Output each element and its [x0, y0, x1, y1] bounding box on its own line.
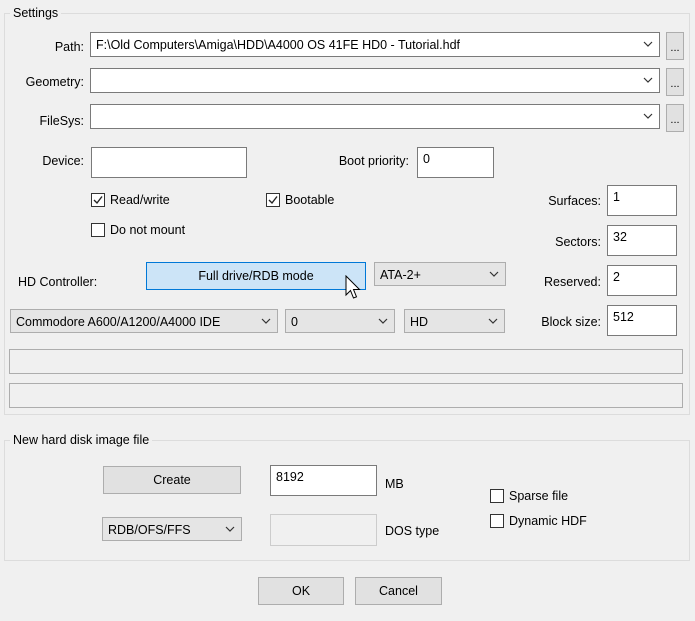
dynamic-hdf-checkbox-box[interactable]: [490, 514, 504, 528]
bootable-label: Bootable: [285, 193, 335, 207]
ata-mode-dropdown[interactable]: ATA-2+: [374, 262, 506, 286]
new-image-group-title: New hard disk image file: [10, 433, 153, 447]
bootable-checkbox[interactable]: Bootable: [266, 192, 356, 208]
device-input[interactable]: [91, 147, 247, 178]
path-combobox[interactable]: F:\Old Computers\Amiga\HDD\A4000 OS 41FE…: [90, 32, 660, 57]
hd-controller-label: HD Controller:: [18, 275, 98, 289]
size-unit-label: MB: [385, 477, 404, 491]
chevron-down-icon: [261, 318, 271, 324]
bootable-checkbox-box[interactable]: [266, 193, 280, 207]
rdb-mode-button[interactable]: Full drive/RDB mode: [146, 262, 366, 290]
sectors-label: Sectors:: [555, 235, 601, 249]
info-bar-2: [9, 383, 683, 408]
do-not-mount-label: Do not mount: [110, 223, 186, 237]
size-input[interactable]: 8192: [270, 465, 377, 496]
filesys-combobox[interactable]: [90, 104, 660, 129]
chevron-down-icon: [643, 41, 653, 47]
controller-unit-dropdown[interactable]: 0: [285, 309, 395, 333]
chevron-down-icon: [378, 318, 388, 324]
chevron-down-icon: [489, 271, 499, 277]
dostype-input: [270, 514, 377, 546]
controller-type-dropdown[interactable]: Commodore A600/A1200/A4000 IDE: [10, 309, 278, 333]
chevron-down-icon: [643, 113, 653, 119]
controller-media-value: HD: [410, 315, 429, 329]
read-write-label: Read/write: [110, 193, 170, 207]
reserved-label: Reserved:: [544, 275, 601, 289]
sparse-file-checkbox-box[interactable]: [490, 489, 504, 503]
create-button[interactable]: Create: [103, 466, 241, 494]
chevron-down-icon: [225, 526, 235, 532]
read-write-checkbox-box[interactable]: [91, 193, 105, 207]
mouse-cursor-icon: [345, 275, 361, 299]
geometry-browse-button[interactable]: ...: [666, 68, 684, 96]
dostype-dropdown[interactable]: RDB/OFS/FFS: [102, 517, 242, 541]
geometry-label: Geometry:: [25, 75, 84, 89]
cancel-button[interactable]: Cancel: [355, 577, 442, 605]
path-value: F:\Old Computers\Amiga\HDD\A4000 OS 41FE…: [96, 38, 461, 52]
dynamic-hdf-label: Dynamic HDF: [509, 514, 587, 528]
checkmark-icon: [93, 196, 103, 205]
controller-media-dropdown[interactable]: HD: [404, 309, 505, 333]
device-label: Device:: [42, 154, 84, 168]
chevron-down-icon: [488, 318, 498, 324]
controller-unit-value: 0: [291, 315, 298, 329]
surfaces-label: Surfaces:: [548, 194, 601, 208]
sparse-file-label: Sparse file: [509, 489, 569, 503]
path-label: Path:: [54, 40, 84, 54]
surfaces-input[interactable]: 1: [607, 185, 677, 216]
filesys-label: FileSys:: [39, 114, 84, 128]
controller-type-value: Commodore A600/A1200/A4000 IDE: [16, 315, 221, 329]
read-write-checkbox[interactable]: Read/write: [91, 192, 191, 208]
filesys-browse-button[interactable]: ...: [666, 104, 684, 132]
ok-button[interactable]: OK: [258, 577, 344, 605]
ata-mode-value: ATA-2+: [380, 268, 421, 282]
sectors-input[interactable]: 32: [607, 225, 677, 256]
checkmark-icon: [268, 196, 278, 205]
dostype-label: DOS type: [385, 524, 440, 538]
dostype-dropdown-value: RDB/OFS/FFS: [108, 523, 191, 537]
block-size-label: Block size:: [541, 315, 601, 329]
boot-priority-input[interactable]: 0: [417, 147, 494, 178]
block-size-input[interactable]: 512: [607, 305, 677, 336]
reserved-input[interactable]: 2: [607, 265, 677, 296]
info-bar-1: [9, 349, 683, 374]
settings-group-title: Settings: [10, 6, 62, 20]
do-not-mount-checkbox[interactable]: Do not mount: [91, 222, 201, 238]
sparse-file-checkbox[interactable]: Sparse file: [490, 488, 590, 504]
boot-priority-label: Boot priority:: [338, 154, 409, 168]
path-browse-button[interactable]: ...: [666, 32, 684, 60]
dynamic-hdf-checkbox[interactable]: Dynamic HDF: [490, 513, 600, 529]
geometry-combobox[interactable]: [90, 68, 660, 93]
chevron-down-icon: [643, 77, 653, 83]
do-not-mount-checkbox-box[interactable]: [91, 223, 105, 237]
